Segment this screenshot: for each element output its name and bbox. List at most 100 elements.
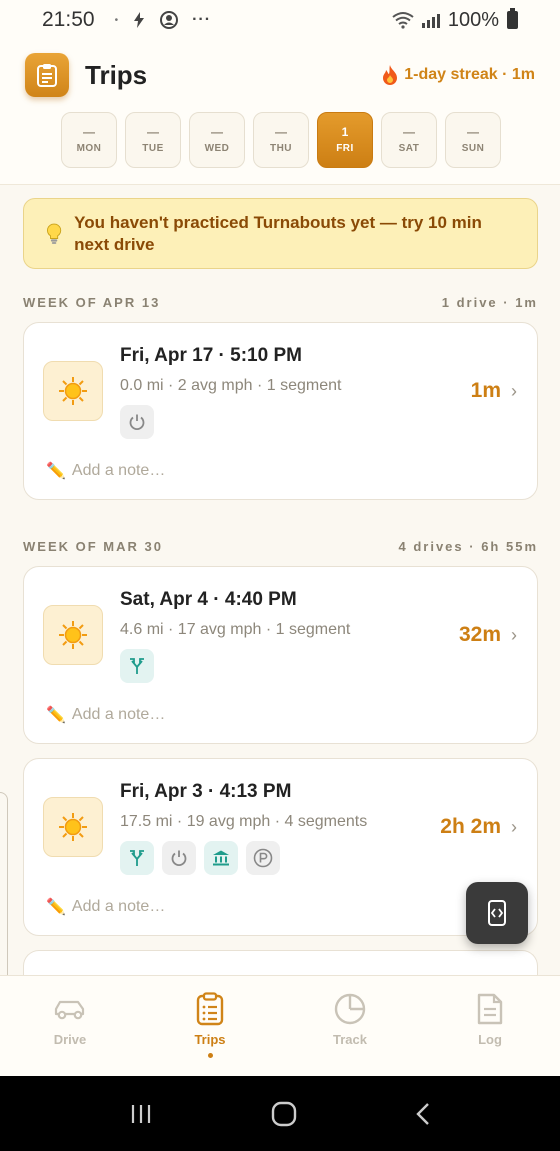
- day-label: FRI: [336, 143, 354, 154]
- trip-title: Fri, Apr 17 · 5:10 PM: [120, 345, 302, 366]
- add-note-button[interactable]: ✏️ Add a note…: [46, 897, 165, 917]
- nav-trips[interactable]: Trips: [140, 976, 280, 1076]
- document-icon: [477, 993, 503, 1025]
- day-count: —: [211, 125, 223, 139]
- notification-icons: • ···: [115, 11, 212, 29]
- week-label: WEEK OF MAR 30: [23, 539, 163, 554]
- bolt-icon: [134, 12, 145, 28]
- fire-icon: [383, 65, 398, 85]
- battery-percent: 100%: [447, 8, 499, 31]
- clipboard-icon: [196, 992, 224, 1026]
- trip-title: Sat, Apr 4 · 4:40 PM: [120, 589, 297, 610]
- header: Trips 1-day streak · 1m — MON — TUE — WED —…: [0, 40, 560, 185]
- trip-duration: 2h 2m: [440, 815, 501, 838]
- pie-chart-icon: [334, 993, 366, 1025]
- week-label: WEEK OF APR 13: [23, 295, 161, 310]
- sun-icon: [59, 621, 87, 649]
- day-sat[interactable]: — SAT: [381, 112, 437, 168]
- nav-drive[interactable]: Drive: [0, 976, 140, 1076]
- trip-card[interactable]: Fri, Apr 3 · 4:13 PM 17.5 mi · 19 avg mp…: [23, 758, 538, 936]
- day-count: —: [467, 125, 479, 139]
- trip-duration: 1m: [470, 379, 501, 402]
- day-fri[interactable]: 1 FRI: [317, 112, 373, 168]
- status-time: 21:50: [42, 8, 95, 31]
- trip-card[interactable]: Sat, Apr 4 · 4:40 PM 4.6 mi · 17 avg mph…: [23, 566, 538, 744]
- nav-label: Drive: [53, 1032, 87, 1047]
- recent-apps-icon[interactable]: [129, 1103, 153, 1125]
- fork-icon: [120, 841, 154, 875]
- day-count: —: [83, 125, 95, 139]
- trip-title: Fri, Apr 3 · 4:13 PM: [120, 781, 292, 802]
- dot-icon: •: [114, 14, 119, 26]
- week-summary: 1 drive · 1m: [441, 295, 538, 310]
- trip-meta: 17.5 mi · 19 avg mph · 4 segments: [120, 813, 368, 830]
- page-title: Trips: [85, 60, 148, 90]
- day-tue[interactable]: — TUE: [125, 112, 181, 168]
- day-label: TUE: [142, 143, 164, 154]
- day-count: —: [275, 125, 287, 139]
- system-navigation-bar: [0, 1076, 560, 1151]
- weather-icon-box: [43, 797, 103, 857]
- day-wed[interactable]: — WED: [189, 112, 245, 168]
- status-bar: 21:50 • ··· 100%: [0, 0, 560, 40]
- trip-duration: 32m: [458, 623, 501, 646]
- day-label: WED: [204, 143, 230, 154]
- edge-panel-handle[interactable]: [0, 792, 8, 1006]
- debug-fab-button[interactable]: [466, 882, 528, 944]
- lightbulb-icon: [47, 223, 62, 244]
- day-label: THU: [269, 143, 293, 154]
- day-label: MON: [76, 143, 102, 154]
- day-thu[interactable]: — THU: [253, 112, 309, 168]
- trip-card[interactable]: Fri, Apr 17 · 5:10 PM 0.0 mi · 2 avg mph…: [23, 322, 538, 500]
- active-indicator: [207, 1053, 213, 1058]
- weather-icon-box: [43, 361, 103, 421]
- sun-icon: [59, 813, 87, 841]
- chevron-right-icon: ›: [511, 817, 517, 837]
- nav-track[interactable]: Track: [280, 976, 420, 1076]
- day-count: —: [403, 125, 415, 139]
- note-placeholder: Add a note…: [71, 462, 166, 479]
- day-count: —: [147, 125, 159, 139]
- day-sun[interactable]: — SUN: [445, 112, 501, 168]
- pencil-icon: ✏️: [46, 899, 66, 916]
- pencil-icon: ✏️: [46, 463, 66, 480]
- bank-icon: [204, 841, 238, 875]
- skill-badges: [120, 649, 154, 683]
- home-icon[interactable]: [271, 1101, 297, 1127]
- week-summary: 4 drives · 6h 55m: [398, 539, 538, 554]
- account-icon: [160, 11, 179, 29]
- back-icon[interactable]: [415, 1102, 431, 1126]
- chevron-right-icon: ›: [511, 625, 517, 645]
- skill-badges: [120, 405, 154, 439]
- nav-label: Log: [478, 1032, 502, 1047]
- bottom-navigation: Drive Trips Track Log: [0, 975, 560, 1076]
- signal-icon: [421, 12, 440, 28]
- trip-meta: 0.0 mi · 2 avg mph · 1 segment: [120, 377, 342, 394]
- add-note-button[interactable]: ✏️ Add a note…: [46, 705, 165, 725]
- parking-icon: [246, 841, 280, 875]
- skill-badges: [120, 841, 280, 875]
- power-icon: [120, 405, 154, 439]
- nav-log[interactable]: Log: [420, 976, 560, 1076]
- practice-tip-banner[interactable]: You haven't practiced Turnabouts yet — t…: [23, 198, 538, 269]
- trip-meta: 4.6 mi · 17 avg mph · 1 segment: [120, 621, 351, 638]
- pencil-icon: ✏️: [46, 707, 66, 724]
- nav-label: Track: [333, 1032, 367, 1047]
- streak-text: 1-day streak · 1m: [404, 66, 535, 83]
- add-note-button[interactable]: ✏️ Add a note…: [46, 461, 165, 481]
- day-label: SAT: [398, 143, 420, 154]
- nav-label: Trips: [194, 1032, 226, 1047]
- weather-icon-box: [43, 605, 103, 665]
- note-placeholder: Add a note…: [71, 898, 166, 915]
- clipboard-icon: [37, 64, 57, 87]
- tip-text: You haven't practiced Turnabouts yet — t…: [74, 212, 482, 254]
- weekday-selector: — MON — TUE — WED — THU 1 FRI — SAT — SUN: [61, 112, 501, 168]
- streak-badge[interactable]: 1-day streak · 1m: [382, 65, 535, 85]
- more-icon: ···: [192, 11, 212, 28]
- sun-icon: [59, 377, 87, 405]
- power-icon: [162, 841, 196, 875]
- chevron-right-icon: ›: [511, 381, 517, 401]
- day-mon[interactable]: — MON: [61, 112, 117, 168]
- day-count: 1: [341, 125, 349, 139]
- car-icon: [54, 1000, 85, 1020]
